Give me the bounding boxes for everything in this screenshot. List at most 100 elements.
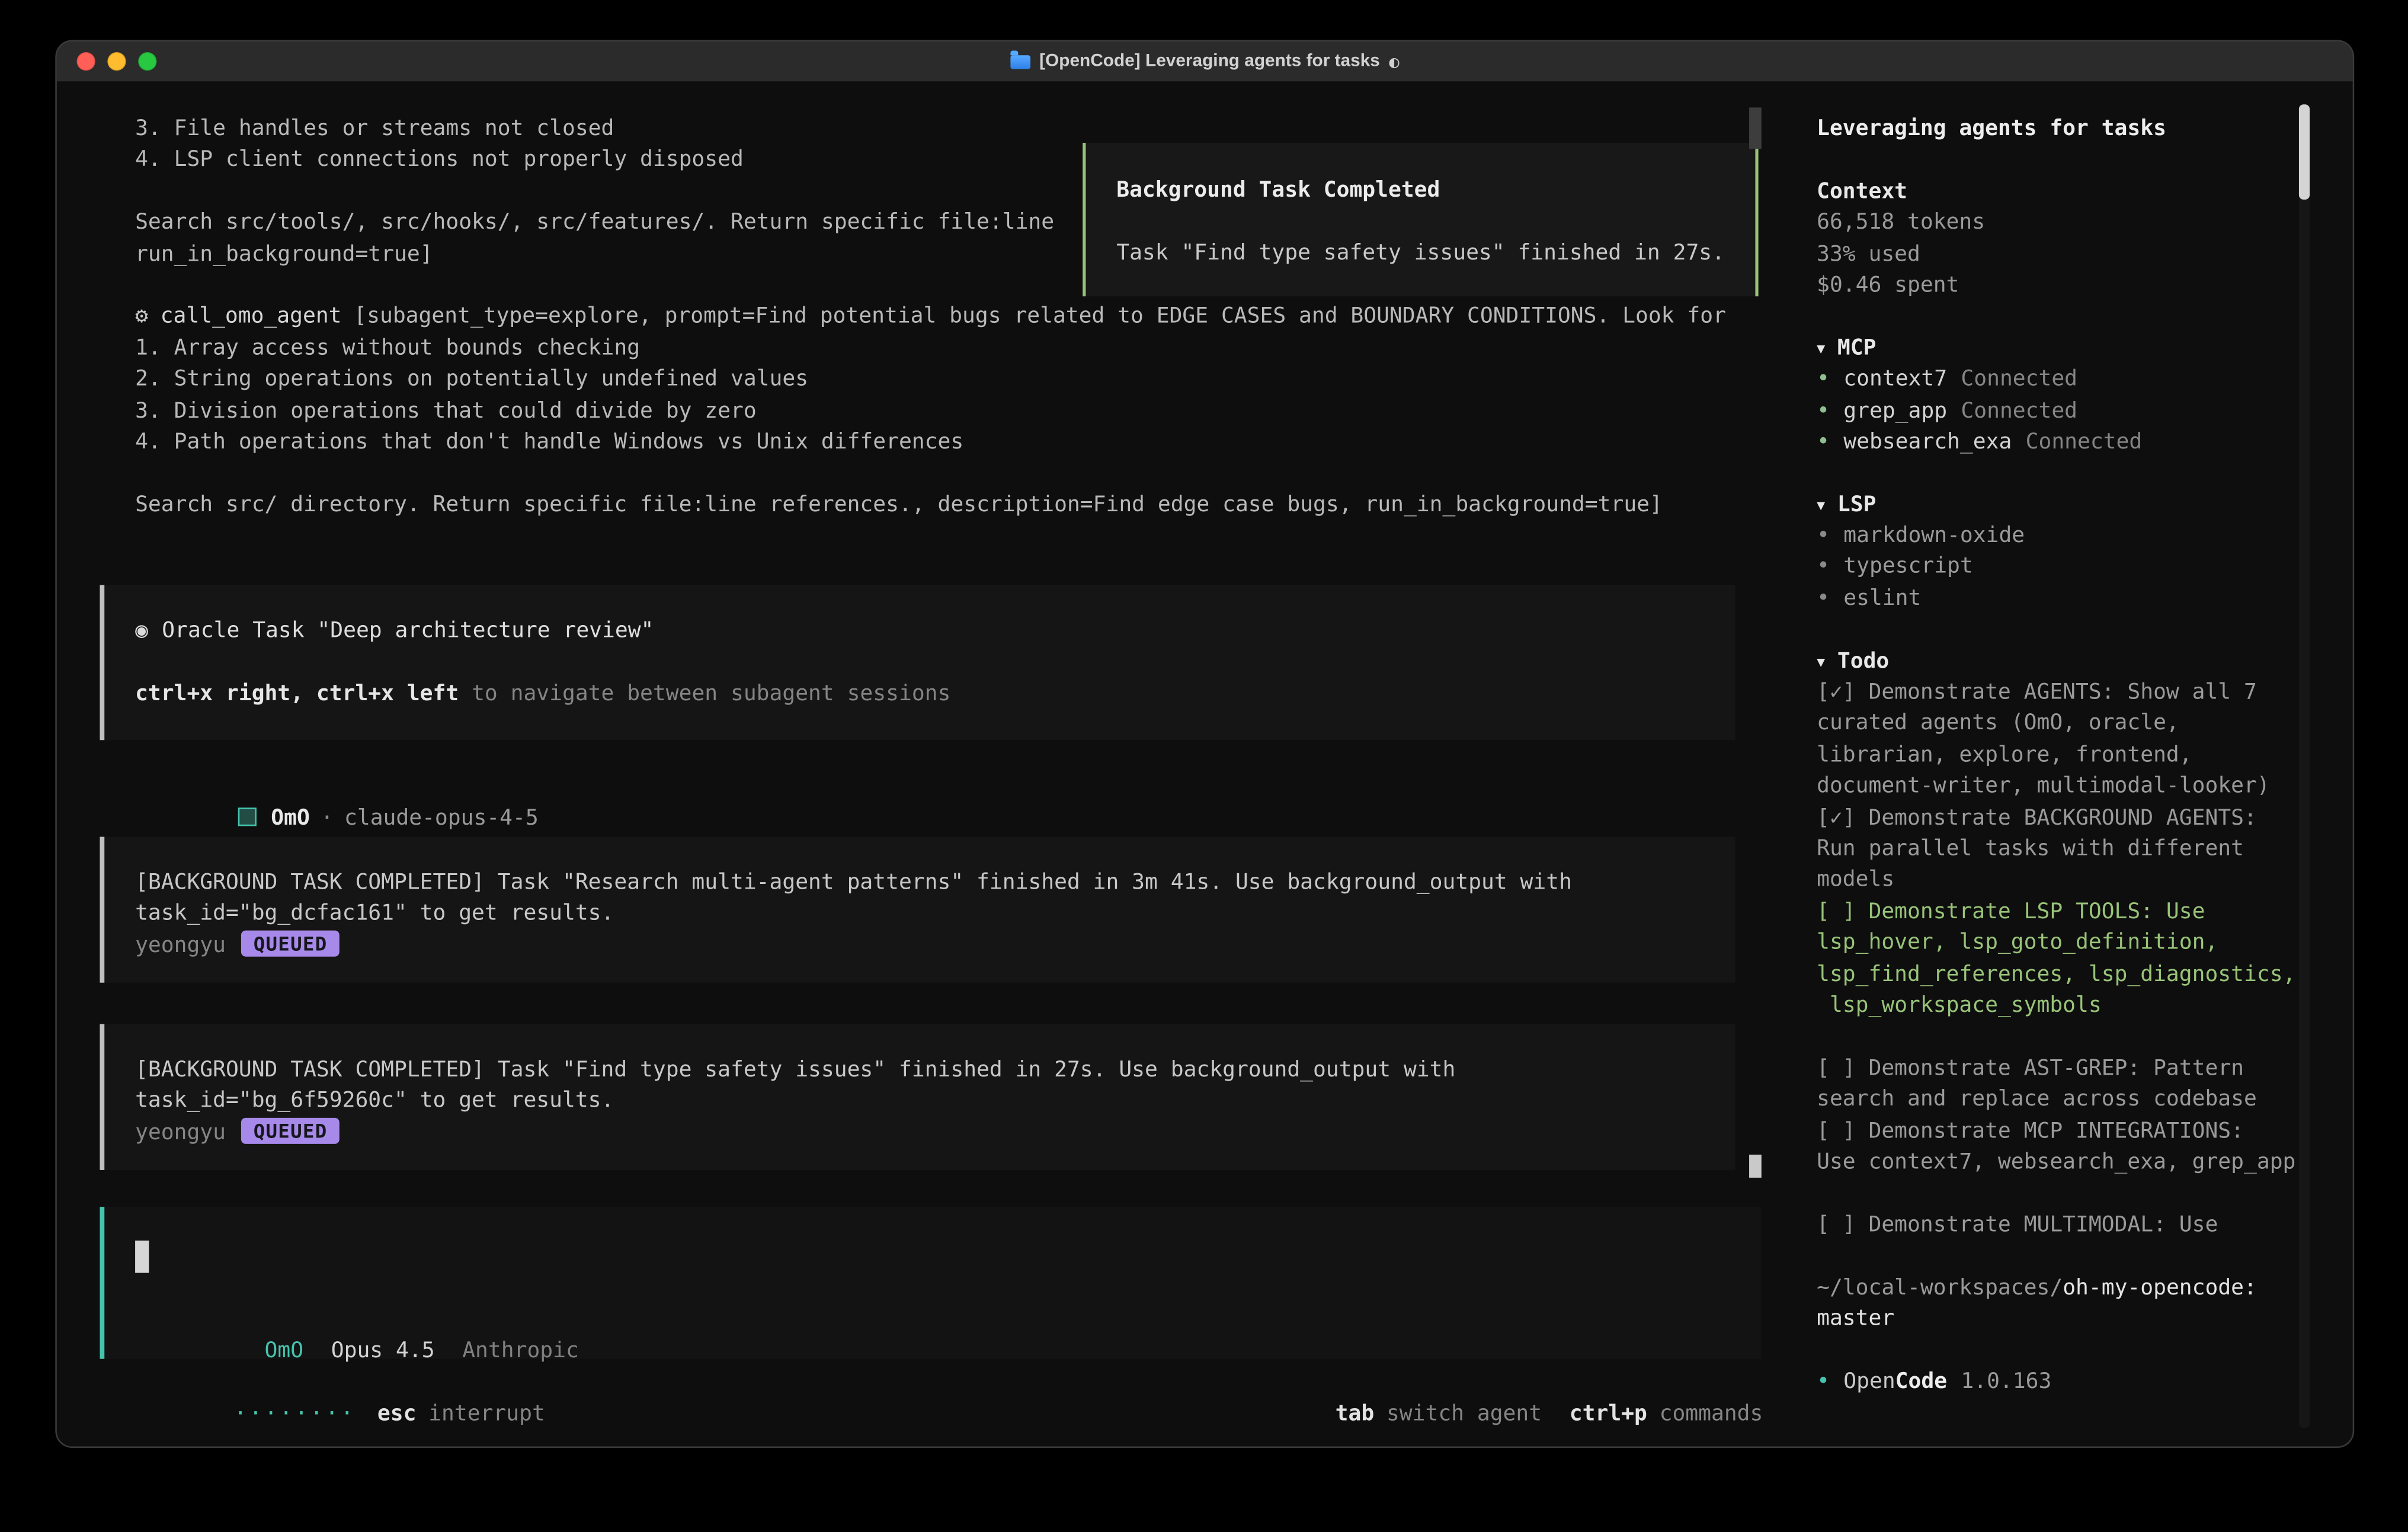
desktop: [OpenCode] Leveraging agents for tasks ◐…: [0, 0, 2408, 1532]
status-badge: QUEUED: [241, 931, 340, 957]
tab-key-hint: tab: [1336, 1402, 1375, 1427]
agent-swatch-icon: [239, 808, 257, 826]
chevron-down-icon: ▼: [1817, 342, 1825, 357]
toast-body: Task "Find type safety issues" finished …: [1116, 238, 1725, 270]
minimize-button[interactable]: [107, 52, 126, 70]
input-footer: OmOOpus 4.5Anthropic: [135, 1305, 579, 1337]
tool-call-line: ⚙ call_omo_agent [subagent_type=explore, p…: [135, 302, 1726, 333]
scrollback-line: 3. Division operations that could divide…: [135, 395, 1726, 427]
prompt-input[interactable]: OmOOpus 4.5Anthropic: [100, 1207, 1761, 1359]
record-icon: ◉: [135, 618, 148, 643]
message-line: task_id="bg_dcfac161" to get results.: [135, 899, 1735, 930]
tool-name: call_omo_agent: [161, 305, 342, 329]
terminal-content: 3. File handles or streams not closed 4.…: [57, 81, 2353, 1446]
spinner-dots-icon: ········: [234, 1402, 356, 1427]
background-task-message: [BACKGROUND TASK COMPLETED] Task "Resear…: [100, 837, 1735, 983]
traffic-lights: [77, 52, 157, 70]
mcp-name: grep_app: [1843, 399, 1947, 423]
context-tokens: 66,518 tokens: [1817, 207, 2353, 239]
todo-item: [ ] Demonstrate AST-GREP: Pattern search…: [1817, 1053, 2311, 1116]
mcp-item: • websearch_exa Connected: [1817, 427, 2353, 458]
todo-item: [✓] Demonstrate BACKGROUND AGENTS: Run p…: [1817, 803, 2311, 897]
session-title: Leveraging agents for tasks: [1817, 114, 2353, 145]
status-right: tabswitch agentctrl+pcommands: [1206, 1368, 1763, 1399]
opencode-version: • OpenCode 1.0.163: [1817, 1366, 2353, 1398]
main-scrollbar-thumb[interactable]: [1749, 1155, 1762, 1178]
app-name-code: Code: [1895, 1370, 1947, 1394]
agent-model: claude-opus-4-5: [344, 807, 539, 831]
bullet-icon: •: [1817, 524, 1830, 548]
separator-dot: ·: [321, 807, 334, 831]
toast-title: Background Task Completed: [1116, 175, 1440, 206]
model-provider: Anthropic: [462, 1339, 579, 1364]
workspace-dir: ~/local-workspaces/: [1817, 1275, 2063, 1300]
todo-header-label: Todo: [1837, 649, 1889, 673]
todo-section-header[interactable]: ▼ Todo: [1817, 646, 2353, 677]
window-title: [OpenCode] Leveraging agents for tasks ◐: [57, 41, 2353, 81]
bullet-icon: •: [1817, 1370, 1830, 1394]
app-name-open: Open: [1843, 1370, 1895, 1394]
mcp-name: websearch_exa: [1843, 430, 2012, 454]
esc-key-label: interrupt: [428, 1402, 545, 1427]
status-bar: ········escinterrupt tabswitch agentctrl…: [104, 1368, 1763, 1399]
bullet-icon: •: [1817, 430, 1830, 454]
message-meta: yeongyu QUEUED: [135, 931, 1735, 962]
mcp-item: •grep_appConnected: [1817, 395, 2353, 427]
bullet-icon: •: [1817, 367, 1830, 392]
window-titlebar[interactable]: [OpenCode] Leveraging agents for tasks ◐: [57, 41, 2353, 83]
lsp-section-header[interactable]: ▼LSP: [1817, 489, 2353, 521]
mcp-section-header[interactable]: ▼ MCP: [1817, 333, 2353, 364]
bullet-icon: •: [1817, 586, 1830, 611]
chevron-down-icon: ▼: [1817, 499, 1825, 514]
mcp-name: context7: [1843, 367, 1947, 392]
oracle-task-panel[interactable]: ◉Oracle Task "Deep architecture review" …: [100, 585, 1735, 740]
message-author: yeongyu: [135, 934, 226, 958]
window-title-text: [OpenCode] Leveraging agents for tasks: [1039, 52, 1380, 70]
message-meta: yeongyuQUEUED: [135, 1118, 1735, 1149]
mcp-item: • context7 Connected: [1817, 364, 2353, 396]
scrollback-line: 4. Path operations that don't handle Win…: [135, 427, 1726, 458]
chevron-down-icon: ▼: [1817, 655, 1825, 671]
workspace-repo: oh-my-opencode:: [2063, 1275, 2257, 1300]
message-author: yeongyu: [135, 1121, 226, 1145]
sidebar-scrollbar-thumb[interactable]: [2299, 104, 2310, 200]
hint-text: to navigate between subagent sessions: [459, 682, 950, 706]
context-used: 33% used: [1817, 239, 2353, 270]
scrollback-line: Search src/ directory. Return specific f…: [135, 489, 1726, 521]
background-task-toast[interactable]: Background Task Completed Task "Find typ…: [1083, 143, 1758, 296]
zoom-button[interactable]: [138, 52, 156, 70]
context-header: Context: [1817, 176, 2353, 207]
oracle-task-title: Oracle Task "Deep architecture review": [162, 618, 654, 643]
loading-spinner-icon: ◐: [1389, 52, 1399, 72]
agent-header: OmO·claude-opus-4-5: [135, 773, 539, 804]
message-line: [BACKGROUND TASK COMPLETED] Task "Resear…: [135, 867, 1735, 899]
todo-item: [ ] Demonstrate MCP INTEGRATIONS: Use co…: [1817, 1116, 2311, 1178]
bullet-icon: •: [1817, 555, 1830, 579]
text-cursor: [135, 1241, 149, 1273]
status-left: ········escinterrupt: [104, 1368, 545, 1399]
mcp-status: Connected: [1961, 399, 2077, 423]
message-line: [BACKGROUND TASK COMPLETED] Task "Find t…: [135, 1055, 1735, 1086]
lsp-item: •eslint: [1817, 584, 2353, 615]
main-scrollbar-segment[interactable]: [1749, 107, 1762, 149]
terminal-window: [OpenCode] Leveraging agents for tasks ◐…: [57, 41, 2353, 1446]
todo-item: [ ] Demonstrate MULTIMODAL: Use: [1817, 1210, 2311, 1241]
close-button[interactable]: [77, 52, 95, 70]
esc-key-hint: esc: [377, 1402, 417, 1427]
mcp-status: Connected: [2026, 430, 2143, 454]
oracle-task-hint: ctrl+x right, ctrl+x left to navigate be…: [135, 679, 1735, 710]
background-task-message: [BACKGROUND TASK COMPLETED] Task "Find t…: [100, 1024, 1735, 1170]
app-version: 1.0.163: [1961, 1370, 2051, 1394]
sidebar-scrollbar-track[interactable]: [2299, 104, 2310, 1428]
agent-name: OmO: [271, 807, 310, 831]
lsp-item: •markdown-oxide: [1817, 521, 2353, 552]
mcp-status: Connected: [1961, 367, 2077, 392]
scrollback-line: 3. File handles or streams not closed: [135, 114, 1726, 145]
mcp-header-label: MCP: [1837, 336, 1877, 360]
tool-args: [subagent_type=explore, prompt=Find pote…: [354, 305, 1726, 329]
gear-icon: ⚙: [135, 305, 148, 329]
ctrlp-key-hint: ctrl+p: [1570, 1402, 1647, 1427]
oracle-task-title-row: ◉ Oracle Task "Deep architecture review": [135, 616, 1735, 647]
context-spent: $0.46 spent: [1817, 270, 2353, 302]
ctrlp-key-label: commands: [1660, 1402, 1763, 1427]
